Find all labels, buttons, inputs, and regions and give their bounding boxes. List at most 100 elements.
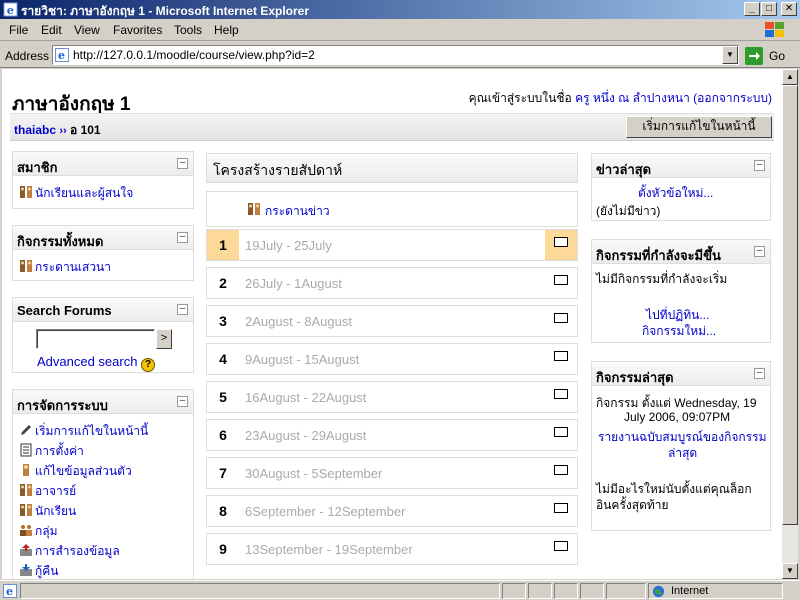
menu-edit[interactable]: Edit xyxy=(41,23,62,37)
collapse-block-icon[interactable]: – xyxy=(754,246,765,257)
admin-link[interactable]: เริ่มการแก้ไขในหน้านี้ xyxy=(35,424,148,438)
sidebar-item-forums[interactable]: กระดานเสวนา xyxy=(19,258,111,277)
show-only-this-week[interactable] xyxy=(545,458,577,488)
admin-link[interactable]: นักเรียน xyxy=(35,504,76,518)
add-news-topic-link[interactable]: ตั้งหัวข้อใหม่... xyxy=(638,184,713,203)
admin-item-groups[interactable]: กลุ่ม xyxy=(19,522,58,541)
collapse-block-icon[interactable]: – xyxy=(177,158,188,169)
show-week-icon[interactable] xyxy=(554,427,568,437)
security-zone: Internet xyxy=(648,583,783,599)
status-panel xyxy=(554,583,578,599)
collapse-block-icon[interactable]: – xyxy=(754,160,765,171)
news-forum-link[interactable]: กระดานข่าว xyxy=(265,202,330,221)
minimize-button[interactable]: _ xyxy=(744,2,760,16)
show-week-icon[interactable] xyxy=(554,465,568,475)
block-title: การจัดการระบบ xyxy=(13,390,193,414)
go-button[interactable]: Go xyxy=(745,47,797,65)
menu-view[interactable]: View xyxy=(74,23,100,37)
show-week-icon[interactable] xyxy=(554,313,568,323)
teacher-icon xyxy=(20,484,32,496)
collapse-block-icon[interactable]: – xyxy=(754,368,765,379)
scroll-up-button[interactable]: ▲ xyxy=(782,69,798,85)
admin-item-backup[interactable]: การสำรองข้อมูล xyxy=(19,542,120,561)
status-panel xyxy=(580,583,604,599)
group-icon xyxy=(20,525,32,536)
week-number: 8 xyxy=(219,503,227,519)
forum-icon xyxy=(20,260,32,272)
advanced-search-row: Advanced search ? xyxy=(37,354,156,372)
ie-page-icon: e xyxy=(3,2,18,17)
new-event-link[interactable]: กิจกรรมใหม่... xyxy=(642,322,716,341)
settings-icon xyxy=(20,443,32,457)
menu-file[interactable]: File xyxy=(9,23,28,37)
windows-logo-icon xyxy=(765,22,784,37)
address-dropdown-button[interactable]: ▼ xyxy=(722,46,738,64)
admin-item-edit-profile[interactable]: แก้ไขข้อมูลส่วนตัว xyxy=(19,462,132,481)
admin-link[interactable]: อาจารย์ xyxy=(35,484,76,498)
collapse-block-icon[interactable]: – xyxy=(177,232,188,243)
address-input[interactable]: e http://127.0.0.1/moodle/course/view.ph… xyxy=(52,45,739,65)
globe-icon xyxy=(652,585,665,598)
latest-news-block: ข่าวล่าสุด – ตั้งหัวข้อใหม่... (ยังไม่มี… xyxy=(591,153,771,221)
window-title-bar[interactable]: e รายวิชา: ภาษาอังกฤษ 1 - Microsoft Inte… xyxy=(0,0,800,19)
show-week-icon[interactable] xyxy=(554,389,568,399)
show-week-icon[interactable] xyxy=(554,351,568,361)
admin-item-turn-editing[interactable]: เริ่มการแก้ไขในหน้านี้ xyxy=(19,422,148,441)
address-bar: Address e http://127.0.0.1/moodle/course… xyxy=(0,42,800,68)
close-button[interactable]: ✕ xyxy=(781,2,797,16)
admin-link[interactable]: กลุ่ม xyxy=(35,524,58,538)
menu-tools[interactable]: Tools xyxy=(174,23,202,37)
sidebar-item-participants[interactable]: นักเรียนและผู้สนใจ xyxy=(19,184,133,203)
collapse-block-icon[interactable]: – xyxy=(177,304,188,315)
administration-block: การจัดการระบบ – เริ่มการแก้ไขในหน้านี้ ก… xyxy=(12,389,194,579)
show-only-this-week[interactable] xyxy=(545,534,577,564)
breadcrumb: thaiabc ›› อ 101 เริ่มการแก้ไขในหน้านี้ xyxy=(10,113,774,141)
vertical-scrollbar[interactable]: ▲ ▼ xyxy=(782,69,798,579)
admin-item-settings[interactable]: การตั้งค่า xyxy=(19,442,84,461)
admin-link[interactable]: กู้คืน xyxy=(35,564,59,578)
show-week-icon[interactable] xyxy=(554,503,568,513)
admin-link[interactable]: การตั้งค่า xyxy=(35,444,84,458)
help-icon[interactable]: ? xyxy=(141,358,156,372)
admin-item-students[interactable]: นักเรียน xyxy=(19,502,76,521)
participants-link[interactable]: นักเรียนและผู้สนใจ xyxy=(35,186,133,200)
scroll-down-button[interactable]: ▼ xyxy=(782,563,798,579)
show-week-icon[interactable] xyxy=(554,237,568,247)
show-only-this-week[interactable] xyxy=(545,420,577,450)
show-only-this-week[interactable] xyxy=(545,382,577,412)
admin-item-teachers[interactable]: อาจารย์ xyxy=(19,482,76,501)
menu-favorites[interactable]: Favorites xyxy=(113,23,162,37)
week-dates: 19July - 25July xyxy=(245,238,332,253)
advanced-search-link[interactable]: Advanced search xyxy=(37,354,137,369)
admin-link[interactable]: การสำรองข้อมูล xyxy=(35,544,120,558)
logout-link[interactable]: (ออกจากระบบ) xyxy=(693,91,772,105)
block-title: Search Forums xyxy=(13,298,193,322)
breadcrumb-course: อ 101 xyxy=(70,123,101,137)
zone-label: Internet xyxy=(671,585,709,597)
maximize-button[interactable]: □ xyxy=(761,2,777,16)
show-only-this-week[interactable] xyxy=(545,344,577,374)
forums-link[interactable]: กระดานเสวนา xyxy=(35,260,111,274)
search-input[interactable] xyxy=(36,329,155,349)
week-number: 4 xyxy=(219,351,227,367)
show-only-this-week[interactable] xyxy=(545,496,577,526)
full-report-link-cont[interactable]: ล่าสุด xyxy=(668,444,697,463)
menu-help[interactable]: Help xyxy=(214,23,239,37)
show-only-this-week[interactable] xyxy=(545,306,577,336)
news-forum-section: กระดานข่าว xyxy=(206,191,578,227)
search-submit-button[interactable]: > xyxy=(156,329,172,349)
scroll-thumb[interactable] xyxy=(782,85,798,525)
user-profile-link[interactable]: ครู หนึ่ง ณ ลำปางหนา xyxy=(575,91,690,105)
show-week-icon[interactable] xyxy=(554,541,568,551)
collapse-block-icon[interactable]: – xyxy=(177,396,188,407)
show-only-this-week[interactable] xyxy=(545,230,577,260)
turn-editing-on-button[interactable]: เริ่มการแก้ไขในหน้านี้ xyxy=(626,116,772,138)
recent-activity-block: กิจกรรมล่าสุด – กิจกรรม ตั้งแต่ Wednesda… xyxy=(591,361,771,531)
breadcrumb-home-link[interactable]: thaiabc xyxy=(14,123,56,137)
address-label: Address xyxy=(5,49,50,63)
week-number: 6 xyxy=(219,427,227,443)
show-only-this-week[interactable] xyxy=(545,268,577,298)
show-week-icon[interactable] xyxy=(554,275,568,285)
admin-item-restore[interactable]: กู้คืน xyxy=(19,562,59,579)
admin-link[interactable]: แก้ไขข้อมูลส่วนตัว xyxy=(35,464,132,478)
